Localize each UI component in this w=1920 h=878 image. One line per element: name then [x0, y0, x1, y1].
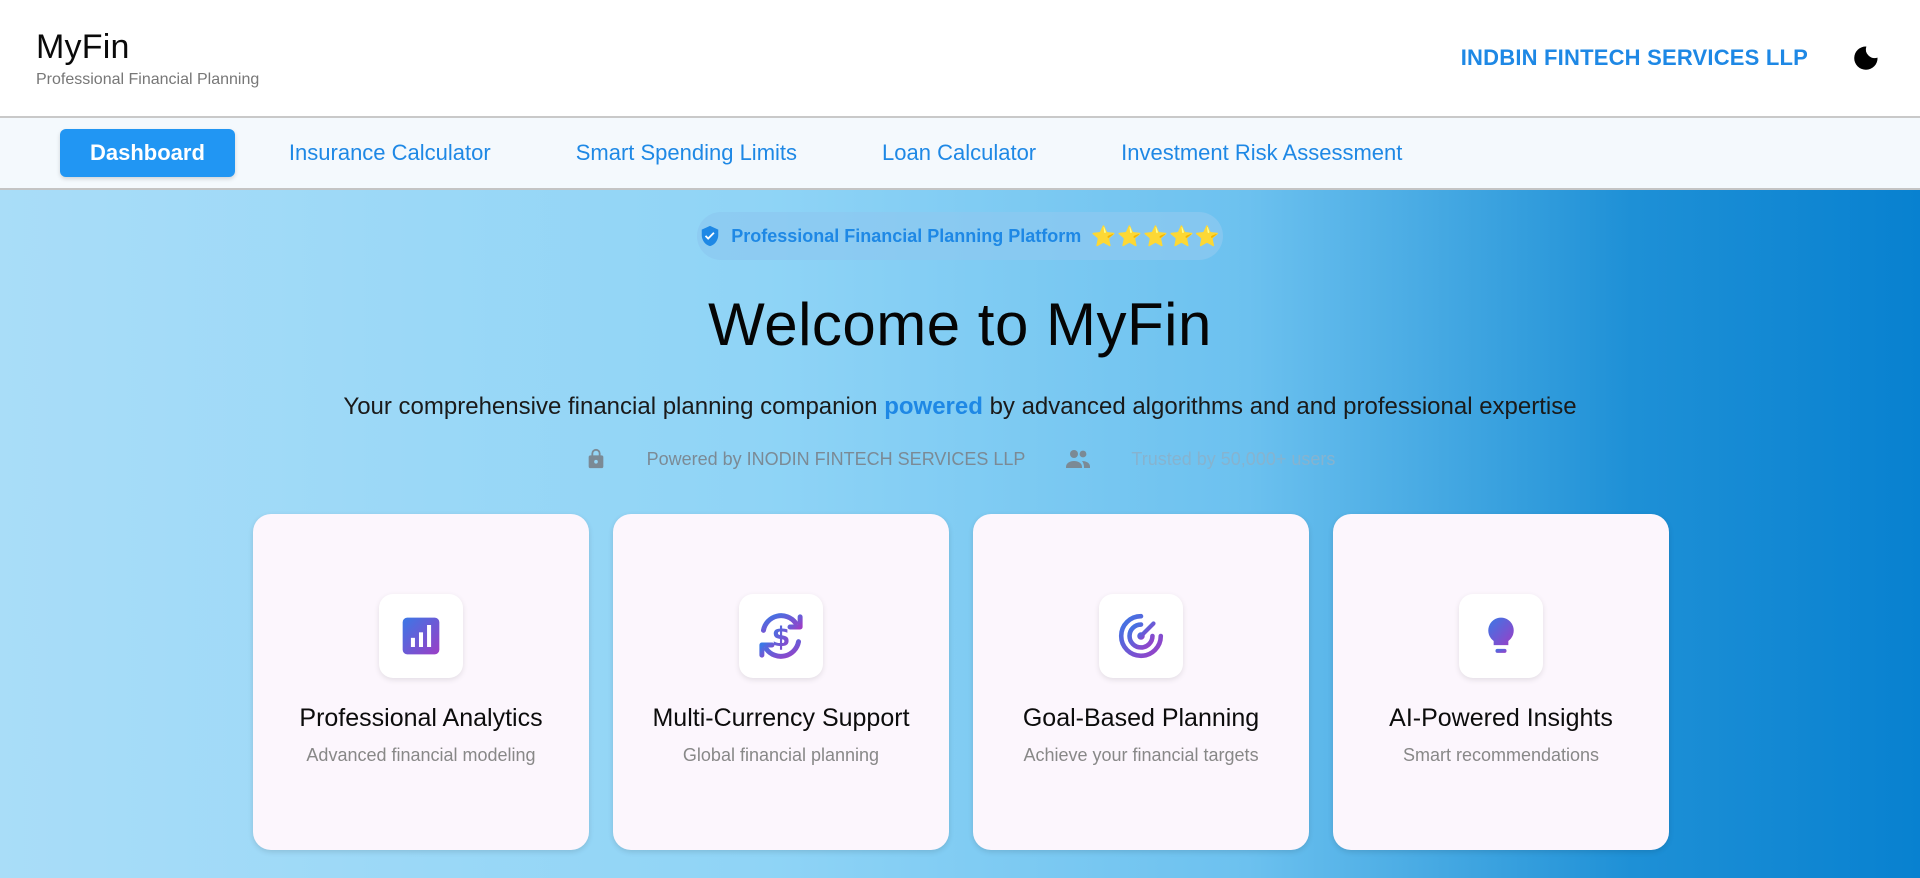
hero-section: Professional Financial Planning Platform… — [0, 190, 1920, 878]
feature-title: Goal-Based Planning — [1022, 704, 1260, 732]
currency-exchange-icon: $ — [759, 613, 803, 659]
nav-tab-investment-risk-assessment[interactable]: Investment Risk Assessment — [1097, 129, 1426, 177]
feature-desc: Smart recommendations — [1402, 745, 1600, 765]
platform-badge: Professional Financial Planning Platform… — [697, 212, 1223, 260]
lock-icon — [588, 448, 603, 469]
nav-tab-smart-spending-limits[interactable]: Smart Spending Limits — [552, 129, 821, 177]
verified-shield-icon — [701, 225, 719, 247]
powered-by-text: Powered by INODIN FINTECH SERVICES LLP — [646, 448, 1026, 469]
feature-title: Professional Analytics — [299, 704, 543, 732]
hero-title: Welcome to MyFin — [708, 291, 1212, 358]
feature-card-multi-currency[interactable]: $ Multi-Currency Support Global financia… — [613, 514, 949, 850]
analytics-chart-icon — [402, 617, 440, 655]
trust-line: Powered by INODIN FINTECH SERVICES LLP T… — [0, 448, 1920, 470]
feature-cards: Professional Analytics Advanced financia… — [253, 514, 1669, 850]
feature-icon-box: $ — [739, 594, 823, 678]
feature-desc: Achieve your financial targets — [1023, 745, 1259, 765]
brand-subtitle: Professional Financial Planning — [36, 70, 260, 88]
nav-tab-loan-calculator[interactable]: Loan Calculator — [858, 129, 1060, 177]
subtitle-part-1: Your comprehensive financial planning co… — [343, 393, 878, 420]
nav-tab-dashboard[interactable]: Dashboard — [60, 129, 235, 177]
trusted-by-text: Trusted by 50,000+ users — [1131, 448, 1336, 469]
company-name: INDBIN FINTECH SERVICES LLP — [1460, 45, 1808, 70]
feature-card-ai-insights[interactable]: AI-Powered Insights Smart recommendation… — [1333, 514, 1669, 850]
hero-subtitle: Your comprehensive financial planning co… — [0, 393, 1920, 421]
feature-card-analytics[interactable]: Professional Analytics Advanced financia… — [253, 514, 589, 850]
brand-title[interactable]: MyFin — [36, 28, 259, 67]
feature-icon-box — [1099, 594, 1183, 678]
feature-card-goal-planning[interactable]: Goal-Based Planning Achieve your financi… — [973, 514, 1309, 850]
feature-desc: Advanced financial modeling — [306, 745, 536, 765]
feature-icon-box — [1459, 594, 1543, 678]
badge-text: Professional Financial Planning Platform — [731, 225, 1082, 246]
subtitle-highlight: powered — [884, 393, 983, 420]
lightbulb-icon — [1488, 617, 1514, 653]
app-header: MyFin Professional Financial Planning IN… — [0, 0, 1920, 118]
main-nav: Dashboard Insurance Calculator Smart Spe… — [0, 118, 1920, 190]
feature-title: AI-Powered Insights — [1389, 704, 1613, 732]
rating-stars: ⭐⭐⭐⭐⭐ — [1091, 225, 1221, 248]
header-right: INDBIN FINTECH SERVICES LLP — [1461, 40, 1884, 76]
feature-desc: Global financial planning — [682, 745, 880, 765]
moon-icon — [1854, 46, 1878, 70]
users-icon — [1066, 450, 1091, 468]
target-icon — [1118, 613, 1164, 659]
brand: MyFin Professional Financial Planning — [36, 28, 259, 89]
nav-tab-insurance-calculator[interactable]: Insurance Calculator — [265, 129, 515, 177]
svg-text:$: $ — [772, 622, 791, 653]
feature-icon-box — [379, 594, 463, 678]
theme-toggle-button[interactable] — [1848, 40, 1884, 76]
feature-title: Multi-Currency Support — [652, 704, 910, 732]
subtitle-part-2: by advanced algorithms and and professio… — [989, 393, 1577, 420]
